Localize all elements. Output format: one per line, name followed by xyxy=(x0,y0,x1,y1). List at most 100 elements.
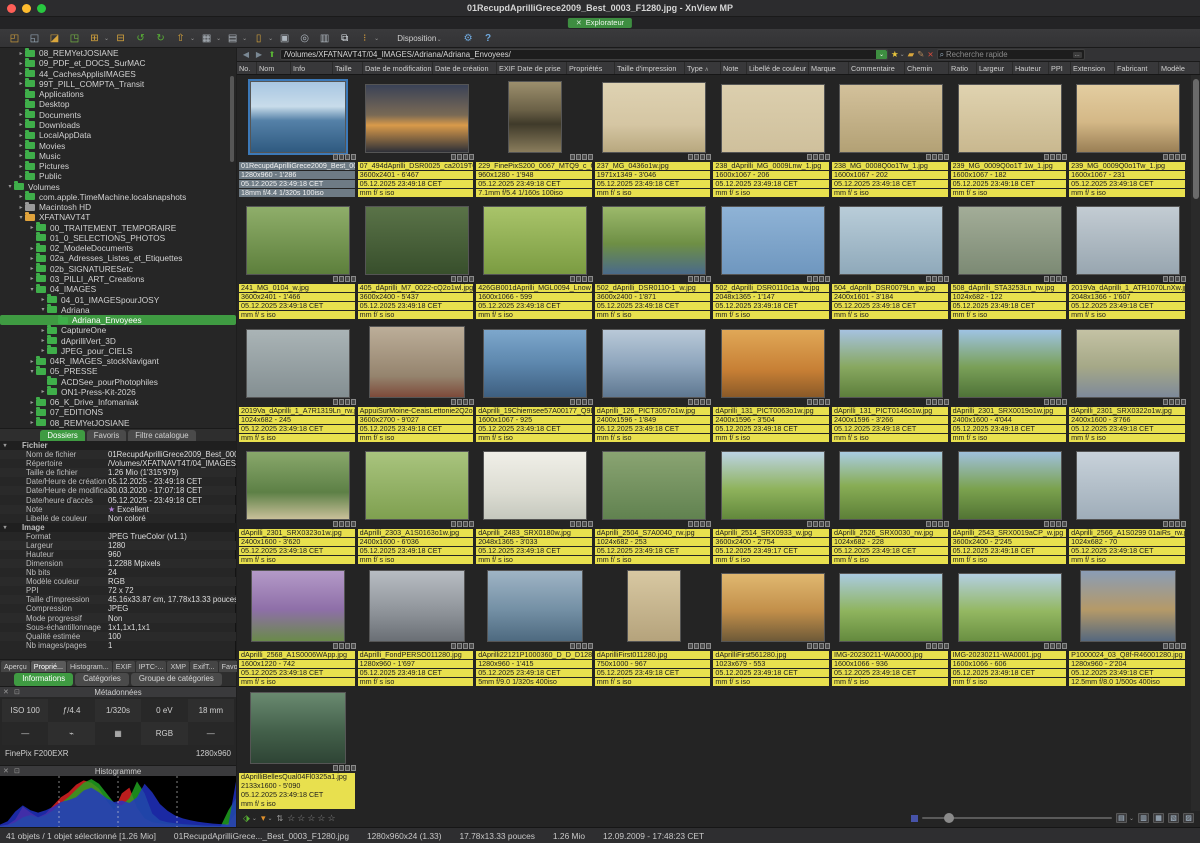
photo-thumbnail[interactable] xyxy=(246,206,350,275)
photo-thumbnail[interactable] xyxy=(483,329,587,398)
column-header-taille[interactable]: Taille xyxy=(333,62,363,74)
sidebar-item-localappdata[interactable]: ▸LocalAppData xyxy=(0,130,236,140)
view-mode-list-icon[interactable]: ▦ xyxy=(1153,813,1164,823)
thumbnail-item[interactable]: dAprilli_2483_SRX0180w.jpg2048x1365 - 3'… xyxy=(476,442,595,564)
thumbnail-item[interactable]: dAprilli22121P1000360_D_D_D1280.jpg1280x… xyxy=(476,564,595,686)
thumbnail-item[interactable]: dAprilliFirst011280.jpg750x1000 - 96705.… xyxy=(595,564,714,686)
subtab-groupe-de-cat-gories[interactable]: Groupe de catégories xyxy=(131,673,222,686)
sidebar-item-04-01-imagespourjosy[interactable]: ▸04_01_IMAGESpourJOSY xyxy=(0,294,236,304)
camera-icon[interactable]: ▣ xyxy=(276,31,293,46)
photo-thumbnail[interactable] xyxy=(602,206,706,275)
column-header-hauteur[interactable]: Hauteur xyxy=(1013,62,1049,74)
tree-arrow-icon[interactable]: ▸ xyxy=(28,265,36,272)
tree-arrow-icon[interactable]: ▸ xyxy=(39,296,47,303)
sidebar-item-44-cachesapplisimages[interactable]: ▸44_CachesApplisIMAGES xyxy=(0,69,236,79)
thumbnail-item[interactable]: dAprilliFirst561280.jpg1023x679 - 55305.… xyxy=(713,564,832,686)
filter-caret-icon[interactable]: ⌄ xyxy=(267,815,272,822)
thumbnail-item[interactable]: 239_MG_0009Q0o1Tw_1.jpg1600x1067 - 23105… xyxy=(1069,75,1188,197)
photo-thumbnail[interactable] xyxy=(602,82,706,153)
settings-gear-icon[interactable]: ⚙ xyxy=(460,31,477,46)
thumbnail-item[interactable]: dAprilli_2526_SRX0030_rw.jpg1024x682 - 2… xyxy=(832,442,951,564)
sidebar-item-07-editions[interactable]: ▸07_EDITIONS xyxy=(0,407,236,417)
thumbnail-item[interactable]: 502_dAprilli_DSR0110c1a_w.jpg2048x1365 -… xyxy=(713,197,832,319)
help-icon[interactable]: ? xyxy=(480,31,497,46)
browse-icon[interactable]: ◰ xyxy=(6,31,23,46)
edit-path-icon[interactable]: ✎ xyxy=(917,49,924,60)
sidebar-item-acdsee-pourphotophiles[interactable]: ACDSee_pourPhotophiles xyxy=(0,377,236,387)
thumbnail-item[interactable]: dAprilli_131_PICT0063o1w.jpg2400x1596 - … xyxy=(713,320,832,442)
subtab-cat-gories[interactable]: Catégories xyxy=(75,673,129,686)
tree-arrow-icon[interactable]: ▸ xyxy=(39,388,47,395)
image-icon[interactable]: ◪ xyxy=(46,31,63,46)
photo-thumbnail[interactable] xyxy=(365,84,469,153)
sidebar-item-02-modeledocuments[interactable]: ▸02_ModeleDocuments xyxy=(0,243,236,253)
photo-thumbnail[interactable] xyxy=(483,451,587,520)
favorite-star-icon[interactable]: ★ xyxy=(891,49,899,60)
new-folder-icon[interactable]: ⊞ xyxy=(86,31,103,46)
photo-thumbnail[interactable] xyxy=(958,206,1062,275)
thumbnail-item[interactable]: AppuiSurMoine-CeaisLettonie2Q2o1wf.jpg36… xyxy=(358,320,477,442)
column-header-extension[interactable]: Extension xyxy=(1071,62,1115,74)
tree-arrow-icon[interactable]: ▸ xyxy=(17,60,25,67)
thumbnail-item[interactable]: dAprilli_2504_S7A0040_rw.jpg1024x682 - 2… xyxy=(595,442,714,564)
tree-arrow-icon[interactable]: ▸ xyxy=(39,327,47,334)
thumbnail-item[interactable]: 237_MG_0436o1w.jpg1971x1349 - 3'04605.12… xyxy=(595,75,714,197)
move-folder-icon[interactable]: ⊟ xyxy=(112,31,129,46)
info-section-fichier[interactable]: ▾Fichier xyxy=(0,441,236,450)
photo-thumbnail[interactable] xyxy=(839,206,943,275)
sidebar-item-pictures[interactable]: ▸Pictures xyxy=(0,161,236,171)
sidebar-item-05-presse[interactable]: ▾05_PRESSE xyxy=(0,366,236,376)
sidebar-item-downloads[interactable]: ▸Downloads xyxy=(0,120,236,130)
tab-explorateur[interactable]: ✕Explorateur xyxy=(568,18,632,28)
sidebar-item-02a-adresses-listes-et-etiquettes[interactable]: ▸02a_Adresses_Listes_et_Etiquettes xyxy=(0,253,236,263)
column-header-fabricant[interactable]: Fabricant xyxy=(1115,62,1159,74)
sidebar-item-com-apple-timemachine-localsnapshots[interactable]: ▸com.apple.TimeMachine.localsnapshots xyxy=(0,192,236,202)
sidebar-item-xfatnavt4t[interactable]: ▾XFATNAVT4T xyxy=(0,212,236,222)
photo-thumbnail[interactable] xyxy=(627,570,681,642)
photo-thumbnail[interactable] xyxy=(721,84,825,153)
panel-tab-exif[interactable]: EXIF xyxy=(113,661,135,672)
photo-thumbnail[interactable] xyxy=(721,573,825,642)
photo-thumbnail[interactable] xyxy=(250,692,346,764)
view-thumbnails-icon-caret[interactable]: ⌄ xyxy=(216,35,221,42)
sidebar-item-adriana[interactable]: ▾Adriana xyxy=(0,305,236,315)
thumbnail-item[interactable]: dAprilli_2301_SRX0322o1w.jpg2400x1600 - … xyxy=(1069,320,1188,442)
column-header-info[interactable]: Info xyxy=(291,62,333,74)
tree-arrow-icon[interactable]: ▸ xyxy=(28,409,36,416)
sidebar-item-08-remyetjosiane[interactable]: ▸08_REMYetJOSIANE xyxy=(0,418,236,428)
tree-arrow-icon[interactable]: ▸ xyxy=(28,275,36,282)
photo-thumbnail[interactable] xyxy=(839,329,943,398)
thumbnail-item[interactable]: dAprilli_2543_SRX0019aCP_w.jpg3600x2400 … xyxy=(951,442,1070,564)
thumbnail-item[interactable]: dAprilli_126_PICT3057o1w.jpg2400x1596 - … xyxy=(595,320,714,442)
sidebar-item-04r-images-stocknavigant[interactable]: ▸04R_IMAGES_stockNavigant xyxy=(0,356,236,366)
tree-arrow-icon[interactable]: ▸ xyxy=(17,132,25,139)
thumbnail-item[interactable]: 238_MG_0008Q0o1Tw_1.jpg1600x1067 - 20205… xyxy=(832,75,951,197)
column-header-note[interactable]: Note xyxy=(721,62,747,74)
tree-arrow-icon[interactable]: ▸ xyxy=(28,419,36,426)
up-folder-icon[interactable]: ⬆ xyxy=(267,50,277,59)
thumbnail-item[interactable]: 2019Va_dAprilli_1_ATR1070LnXw.jpg2048x13… xyxy=(1069,197,1188,319)
panel-tab-iptc[interactable]: IPTC-... xyxy=(136,661,167,672)
info-section-image[interactable]: ▾Image xyxy=(0,523,236,532)
photo-thumbnail[interactable] xyxy=(602,329,706,398)
subtab-informations[interactable]: Informations xyxy=(14,673,73,686)
view-mode-details-icon[interactable]: ▥ xyxy=(1138,813,1149,823)
column-header-largeur[interactable]: Largeur xyxy=(977,62,1013,74)
view-thumbnails-icon[interactable]: ▦ xyxy=(198,31,215,46)
sidebar-item-music[interactable]: ▸Music xyxy=(0,151,236,161)
photo-thumbnail[interactable] xyxy=(958,573,1062,642)
photo-thumbnail[interactable] xyxy=(958,329,1062,398)
path-field[interactable]: /Volumes/XFATNAVT4T/04_IMAGES/Adriana/Ad… xyxy=(280,49,888,60)
tree-arrow-icon[interactable]: ▸ xyxy=(17,163,25,170)
sidebar-item-00-traitement-temporaire[interactable]: ▸00_TRAITEMENT_TEMPORAIRE xyxy=(0,223,236,233)
tree-arrow-icon[interactable]: ▸ xyxy=(28,358,36,365)
thumbnail-item[interactable]: 241_MG_0104_w.jpg3600x2401 - 1'46605.12.… xyxy=(239,197,358,319)
tree-arrow-icon[interactable]: ▸ xyxy=(17,193,25,200)
sidebar-item-movies[interactable]: ▸Movies xyxy=(0,140,236,150)
sidebar-tab-dossiers[interactable]: Dossiers xyxy=(40,430,84,441)
sidebar-item-on1-press-kit-2026[interactable]: ▸ON1-Press-Kit-2026 xyxy=(0,387,236,397)
tree-arrow-icon[interactable]: ▾ xyxy=(17,214,25,221)
photo-thumbnail[interactable] xyxy=(958,451,1062,520)
thumbnail-item[interactable]: dAprilli_131_PICT0146o1w.jpg2400x1596 - … xyxy=(832,320,951,442)
column-header-type[interactable]: Type ∧ xyxy=(685,62,721,74)
